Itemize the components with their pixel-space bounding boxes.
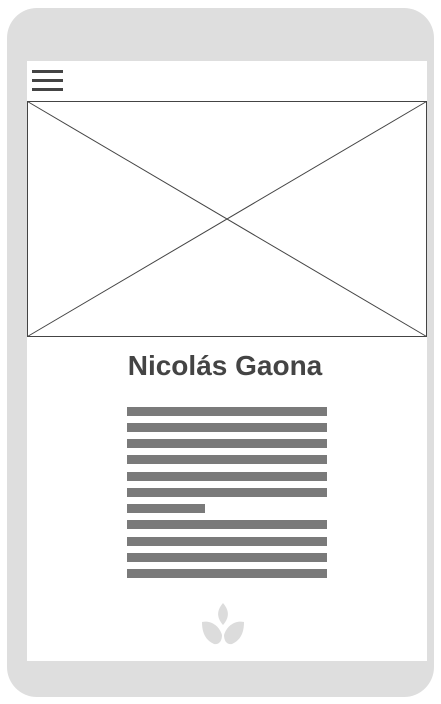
text-placeholder-line [127,423,327,432]
text-placeholder-line [127,472,327,481]
text-placeholder-line [127,407,327,416]
text-placeholder-line [127,569,327,578]
text-placeholder-line [127,488,327,497]
text-placeholder-line [127,439,327,448]
screen: Nicolás Gaona [27,61,427,661]
hamburger-menu-icon[interactable] [32,70,64,94]
text-placeholder-line [127,455,327,464]
text-placeholder-line [127,504,205,513]
image-placeholder-icon [27,101,427,337]
phone-frame: Nicolás Gaona [7,8,434,697]
profile-name: Nicolás Gaona [127,350,323,381]
text-placeholder-line [127,553,327,562]
text-placeholder-line [127,537,327,546]
lotus-logo-icon [202,603,244,645]
text-placeholder-line [127,520,327,529]
